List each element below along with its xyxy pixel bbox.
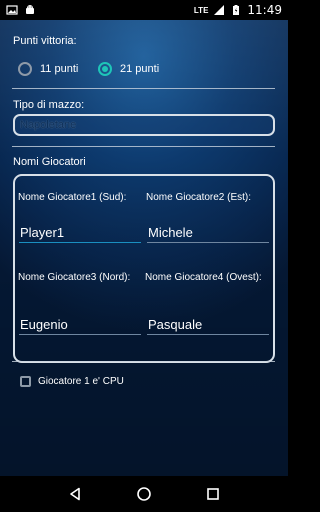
radio-unchecked-icon[interactable] [18,62,32,76]
player1-label: Nome Giocatore1 (Sud): [18,192,127,203]
player4-input[interactable]: Pasquale [148,317,202,332]
signal-icon [213,4,225,16]
player1-input[interactable]: Player1 [20,225,64,240]
android-icon [24,4,36,16]
navigation-bar [0,476,288,512]
radio-11-points[interactable]: 11 punti [18,62,78,76]
deck-type-label: Tipo di mazzo: [13,99,85,111]
victory-points-label: Punti vittoria: [13,35,77,47]
player4-underline [147,334,269,335]
deck-type-select[interactable]: Napoletane [13,114,275,136]
image-icon [6,4,18,16]
divider [12,361,275,362]
divider [12,146,275,147]
player3-label: Nome Giocatore3 (Nord): [18,272,131,283]
battery-icon [230,4,242,16]
status-right: LTE 11:49 [194,3,282,17]
cpu-checkbox-row[interactable]: Giocatore 1 e' CPU [20,376,124,387]
settings-screen: Punti vittoria: 11 punti 21 punti Tipo d… [0,20,288,476]
players-box: Nome Giocatore1 (Sud): Nome Giocatore2 (… [13,174,275,363]
recents-button[interactable] [204,485,222,503]
player4-label: Nome Giocatore4 (Ovest): [145,272,262,283]
player1-underline [19,242,141,243]
status-left [6,4,36,16]
players-names-label: Nomi Giocatori [13,156,86,168]
radio-21-points[interactable]: 21 punti [98,62,159,76]
radio-checked-icon[interactable] [98,62,112,76]
radio-21-points-label: 21 punti [120,63,160,75]
divider [12,88,275,89]
status-bar: LTE 11:49 [0,0,288,20]
player3-input[interactable]: Eugenio [20,317,68,332]
player2-label: Nome Giocatore2 (Est): [146,192,252,203]
checkbox-unchecked-icon[interactable] [20,376,31,387]
radio-11-points-label: 11 punti [40,63,79,75]
network-type: LTE [193,5,209,15]
player2-underline [147,242,269,243]
status-time: 11:49 [247,3,282,17]
cpu-checkbox-label: Giocatore 1 e' CPU [38,376,124,387]
back-button[interactable] [66,485,84,503]
home-button[interactable] [135,485,153,503]
home-icon [137,487,151,501]
back-icon [69,487,80,501]
player2-input[interactable]: Michele [148,225,193,240]
recents-icon [207,488,220,500]
player3-underline [19,334,141,335]
